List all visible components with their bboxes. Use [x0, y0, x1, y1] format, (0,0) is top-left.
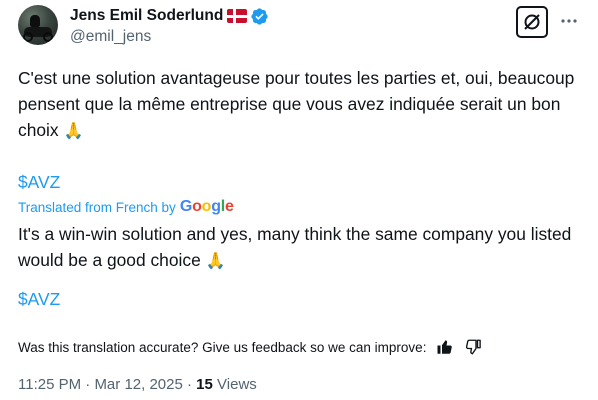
- meta-separator: ·: [182, 376, 197, 393]
- denmark-flag-icon: [227, 9, 248, 23]
- more-button[interactable]: [556, 10, 582, 32]
- translation-feedback: Was this translation accurate? Give us f…: [18, 338, 482, 356]
- more-icon: [561, 19, 577, 23]
- author-display-name[interactable]: Jens Emil Soderlund: [70, 7, 223, 25]
- original-post-text: C'est une solution avantageuse pour tout…: [18, 65, 588, 145]
- views-count: 15: [196, 376, 213, 393]
- avatar[interactable]: [18, 5, 58, 45]
- translated-text: It's a win-win solution and yes, many th…: [18, 224, 572, 270]
- post-time[interactable]: 11:25 PM: [18, 376, 81, 393]
- feedback-prompt: Was this translation accurate? Give us f…: [18, 339, 427, 355]
- translated-label: Translated from French by: [18, 199, 176, 215]
- grok-button[interactable]: [516, 6, 548, 38]
- translation-attribution[interactable]: Translated from French by Google: [18, 198, 234, 216]
- thumbs-down-icon[interactable]: [464, 338, 482, 356]
- folded-hands-emoji: 🙏: [205, 253, 226, 270]
- google-logo: Google: [179, 198, 234, 215]
- post-meta: 11:25 PM · Mar 12, 2025 · 15 Views: [18, 376, 257, 393]
- original-cashtag-line: $AVZ: [18, 169, 588, 195]
- original-text: C'est une solution avantageuse pour tout…: [18, 68, 575, 140]
- post-date[interactable]: Mar 12, 2025: [94, 376, 182, 393]
- grok-icon: [524, 14, 540, 30]
- meta-separator: ·: [81, 376, 95, 393]
- thumbs-up-icon[interactable]: [436, 338, 454, 356]
- translated-post-text: It's a win-win solution and yes, many th…: [18, 221, 588, 275]
- views-label: Views: [217, 376, 257, 393]
- cashtag-link[interactable]: $AVZ: [18, 289, 60, 309]
- folded-hands-emoji: 🙏: [63, 123, 84, 140]
- verified-badge-icon[interactable]: [250, 7, 269, 26]
- cashtag-link[interactable]: $AVZ: [18, 172, 60, 192]
- author-handle[interactable]: @emil_jens: [70, 28, 151, 46]
- author-name-row[interactable]: Jens Emil Soderlund: [70, 6, 269, 26]
- translated-cashtag-line: $AVZ: [18, 286, 588, 312]
